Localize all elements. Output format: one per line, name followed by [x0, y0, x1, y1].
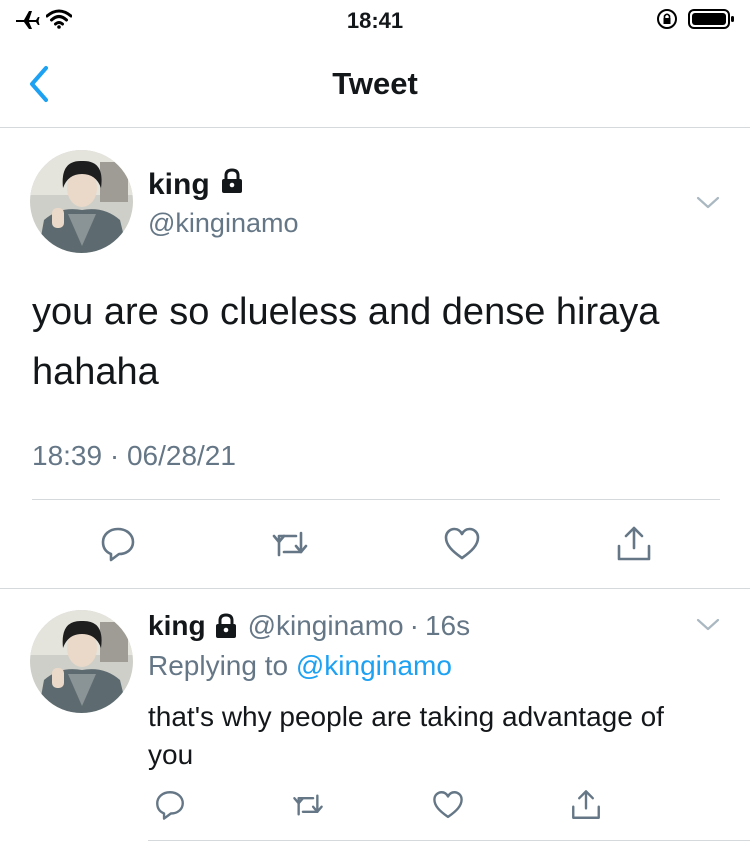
tweet-timestamp[interactable]: 18:39 · 06/28/21	[32, 440, 236, 472]
share-icon	[572, 790, 600, 819]
page-title: Tweet	[332, 66, 418, 101]
avatar[interactable]	[30, 150, 133, 253]
reply-button[interactable]	[96, 522, 140, 566]
reply-time: 16s	[424, 610, 471, 641]
lock-icon	[220, 168, 244, 202]
lock-icon	[214, 613, 238, 639]
reply-author-name[interactable]: king	[148, 610, 206, 642]
status-time: 18:41	[346, 8, 404, 33]
reply-author-handle[interactable]: @kinginamo	[248, 610, 404, 642]
chevron-down-icon[interactable]	[696, 196, 720, 210]
like-icon	[433, 791, 463, 819]
nav-header: Tweet	[0, 40, 750, 128]
author-handle[interactable]: @kinginamo	[148, 208, 298, 239]
reply-header: king @kinginamo · 16s	[148, 610, 470, 642]
like-icon	[444, 527, 480, 560]
retweet-icon	[293, 794, 323, 816]
replying-to: Replying to @kinginamo	[148, 650, 452, 681]
chevron-down-icon[interactable]	[696, 618, 720, 632]
battery-icon	[688, 8, 736, 35]
retweet-button[interactable]	[286, 783, 330, 827]
like-button[interactable]	[426, 783, 470, 827]
reply-avatar[interactable]	[30, 610, 133, 713]
retweet-icon	[272, 531, 308, 557]
tweet-text: you are so clueless and dense hiraya hah…	[32, 291, 660, 393]
orientation-lock-icon	[656, 8, 678, 35]
separator-dot: ·	[409, 610, 419, 641]
share-icon	[617, 526, 651, 561]
retweet-button[interactable]	[268, 522, 312, 566]
share-button[interactable]	[564, 783, 608, 827]
divider	[0, 588, 750, 589]
reply-text: that's why people are taking advantage o…	[148, 701, 664, 770]
reply-button[interactable]	[148, 783, 192, 827]
share-button[interactable]	[612, 522, 656, 566]
like-button[interactable]	[440, 522, 484, 566]
replying-to-mention[interactable]: @kinginamo	[296, 650, 452, 681]
reply-icon	[156, 791, 184, 820]
divider	[148, 840, 750, 841]
author-name[interactable]: king	[148, 168, 244, 202]
status-bar: 18:41	[0, 0, 750, 40]
divider	[32, 499, 720, 500]
reply-icon	[101, 527, 135, 562]
